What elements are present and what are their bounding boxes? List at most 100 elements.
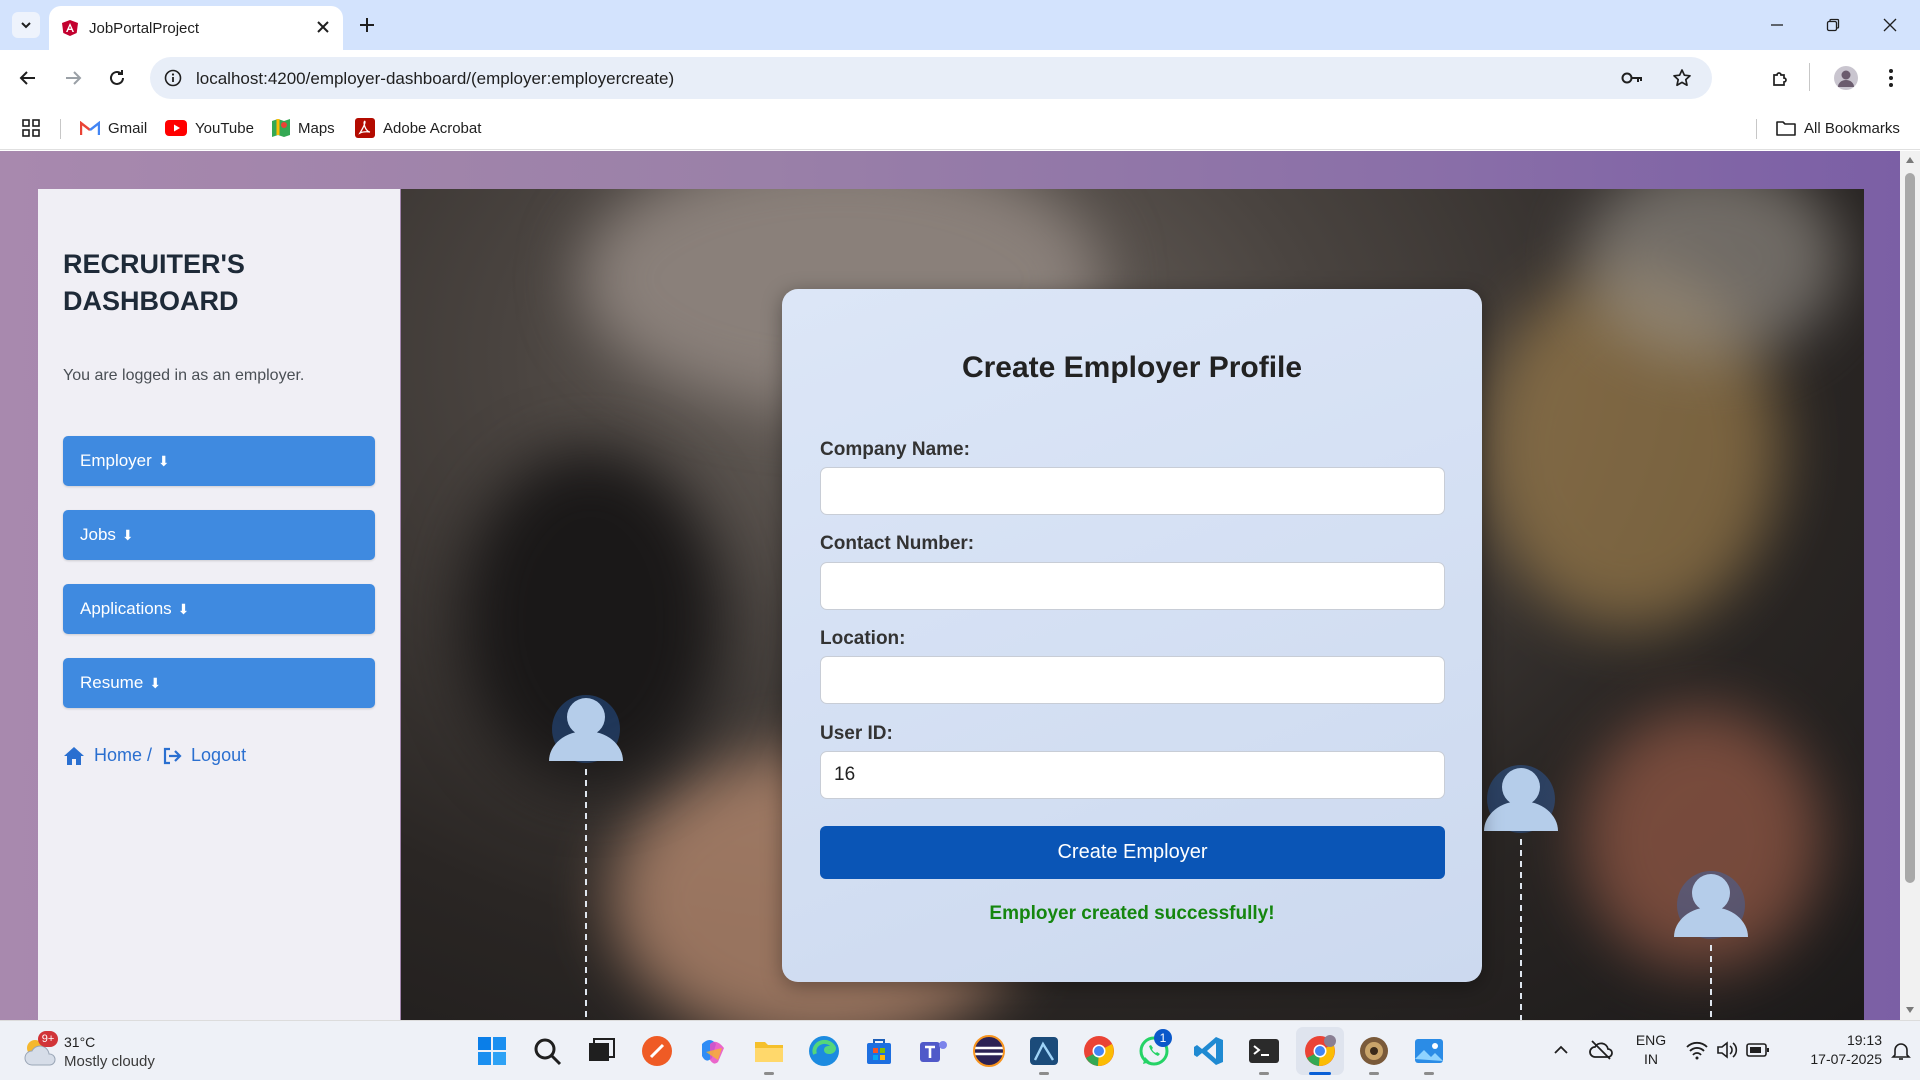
scroll-down-icon[interactable] [1905, 1006, 1915, 1014]
site-info-icon[interactable] [164, 69, 182, 87]
location-label: Location: [820, 628, 906, 649]
windows-start-icon[interactable] [475, 1034, 509, 1068]
bookmark-adobe-acrobat[interactable]: Adobe Acrobat [355, 115, 481, 141]
bookmark-star-icon[interactable] [1672, 68, 1692, 88]
vscode-icon[interactable] [1192, 1034, 1226, 1068]
logout-link[interactable]: Logout [191, 745, 246, 766]
user-id-input[interactable]: 16 [820, 751, 1445, 799]
microsoft-store-icon[interactable] [862, 1034, 896, 1068]
all-bookmarks-button[interactable]: All Bookmarks [1776, 115, 1900, 141]
active-tab[interactable]: JobPortalProject [49, 6, 343, 50]
reload-icon [110, 70, 124, 85]
restore-button[interactable] [1816, 10, 1850, 40]
bookmark-label: Adobe Acrobat [383, 119, 482, 137]
profile-button[interactable] [1829, 61, 1863, 95]
sidebar-item-label: Applications [80, 599, 172, 618]
mysql-workbench-icon[interactable] [1027, 1034, 1061, 1068]
game-app-icon[interactable] [1357, 1034, 1391, 1068]
extensions-button[interactable] [1764, 61, 1798, 95]
running-indicator [1259, 1072, 1269, 1075]
eclipse-ide-icon[interactable] [972, 1034, 1006, 1068]
postman-app-icon[interactable] [640, 1034, 674, 1068]
wifi-icon[interactable] [1686, 1040, 1708, 1060]
notification-bell-icon[interactable] [1891, 1041, 1911, 1061]
down-arrow-icon: ⬇ [157, 452, 170, 469]
active-app-indicator [1309, 1072, 1331, 1075]
back-button[interactable] [11, 61, 45, 95]
chrome-menu-button[interactable] [1874, 61, 1908, 95]
bookmark-label: Gmail [108, 119, 148, 137]
minimize-button[interactable] [1760, 10, 1794, 40]
clock-time: 19:13 [1846, 1032, 1882, 1048]
apps-button[interactable] [22, 115, 40, 141]
chrome-icon[interactable] [1082, 1034, 1116, 1068]
sidebar-resume-button[interactable]: Resume ⬇ [63, 658, 375, 708]
location-input[interactable] [820, 656, 1445, 704]
copilot-app-icon[interactable] [696, 1034, 730, 1068]
battery-icon[interactable] [1746, 1042, 1770, 1058]
angular-favicon-icon [61, 19, 79, 37]
windows-taskbar: 9+ 31°C Mostly cloudy 1 ENG IN 19:13 17-… [0, 1020, 1920, 1080]
file-explorer-icon[interactable] [752, 1034, 786, 1068]
toolbar-divider [1809, 63, 1810, 91]
sidebar-item-label: Employer [80, 451, 152, 470]
person-network-icon [1484, 765, 1558, 1020]
bookmark-gmail[interactable]: Gmail [80, 115, 147, 141]
create-employer-button[interactable]: Create Employer [820, 826, 1445, 879]
reload-button[interactable] [100, 61, 134, 95]
weather-description: Mostly cloudy [64, 1053, 155, 1070]
home-link[interactable]: Home / [94, 745, 152, 766]
address-bar[interactable]: localhost:4200/employer-dashboard/(emplo… [150, 57, 1712, 99]
onedrive-offline-icon[interactable] [1589, 1039, 1613, 1061]
bookmark-youtube[interactable]: YouTube [165, 115, 254, 141]
more-vertical-icon [1889, 69, 1893, 87]
edge-browser-icon[interactable] [807, 1034, 841, 1068]
sidebar-jobs-button[interactable]: Jobs ⬇ [63, 510, 375, 560]
password-key-icon[interactable] [1620, 69, 1644, 87]
running-indicator [1039, 1072, 1049, 1075]
bookmark-maps[interactable]: Maps [272, 115, 335, 141]
contact-number-label: Contact Number: [820, 533, 975, 554]
down-arrow-icon: ⬇ [177, 600, 190, 617]
person-network-icon [549, 695, 623, 1020]
teams-app-icon[interactable] [916, 1034, 950, 1068]
weather-widget[interactable]: 9+ 31°C Mostly cloudy [20, 1031, 190, 1073]
language-indicator[interactable]: ENG IN [1630, 1031, 1672, 1069]
tab-search-button[interactable] [12, 12, 40, 38]
photos-app-icon[interactable] [1412, 1034, 1446, 1068]
bookmark-divider [1756, 119, 1757, 139]
page-scrollbar[interactable] [1900, 151, 1920, 1020]
task-view-icon[interactable] [584, 1034, 618, 1068]
minimize-icon [1771, 24, 1783, 26]
sidebar-applications-button[interactable]: Applications ⬇ [63, 584, 375, 634]
volume-icon[interactable] [1716, 1040, 1738, 1060]
scrollbar-thumb[interactable] [1905, 173, 1915, 883]
search-icon[interactable] [530, 1034, 564, 1068]
forward-button[interactable] [56, 61, 90, 95]
apps-grid-icon [22, 119, 40, 137]
running-indicator [764, 1072, 774, 1075]
language-code: ENG [1635, 1032, 1667, 1048]
new-tab-button[interactable] [354, 12, 380, 38]
company-name-input[interactable] [820, 467, 1445, 515]
youtube-icon [165, 120, 187, 136]
show-hidden-icons-icon[interactable] [1553, 1042, 1569, 1058]
weather-badge: 9+ [38, 1031, 58, 1047]
all-bookmarks-label: All Bookmarks [1804, 119, 1900, 137]
close-window-button[interactable] [1873, 10, 1907, 40]
restore-icon [1826, 18, 1840, 32]
close-icon [1883, 18, 1897, 32]
adobe-acrobat-icon [355, 118, 375, 138]
contact-number-input[interactable] [820, 562, 1445, 610]
tab-title: JobPortalProject [89, 20, 200, 37]
terminal-icon[interactable] [1247, 1034, 1281, 1068]
sidebar-employer-button[interactable]: Employer ⬇ [63, 436, 375, 486]
sidebar: RECRUITER'S DASHBOARD You are logged in … [38, 189, 400, 1020]
close-tab-icon[interactable] [315, 19, 331, 35]
clock[interactable]: 19:13 17-07-2025 [1782, 1031, 1882, 1069]
chrome-profile-taskbar-button[interactable] [1296, 1027, 1344, 1075]
url-text[interactable]: localhost:4200/employer-dashboard/(emplo… [196, 69, 674, 89]
scroll-up-icon[interactable] [1905, 156, 1915, 164]
running-indicator [1424, 1072, 1434, 1075]
arrow-left-icon [19, 71, 35, 85]
